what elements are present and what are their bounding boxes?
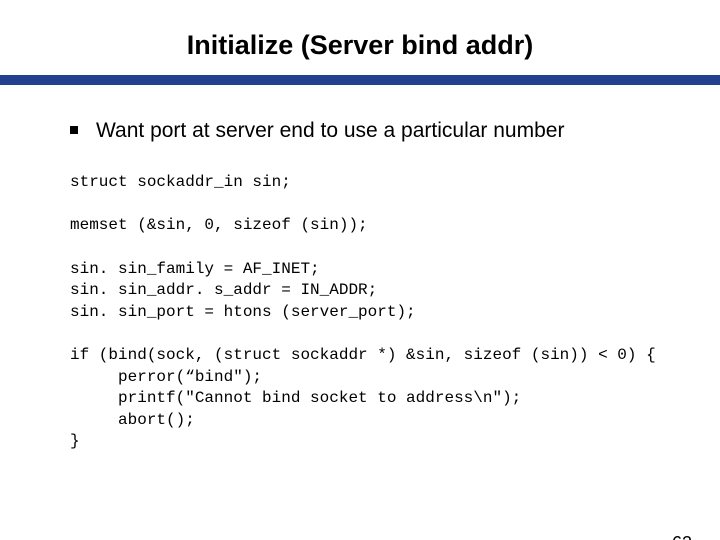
code-line: abort(); (70, 411, 195, 429)
code-line: perror(“bind"); (70, 368, 262, 386)
code-line: } (70, 432, 80, 450)
slide-title: Initialize (Server bind addr) (0, 30, 720, 61)
code-line: struct sockaddr_in sin; (70, 173, 291, 191)
code-line: printf("Cannot bind socket to address\n"… (70, 389, 521, 407)
code-line: sin. sin_addr. s_addr = IN_ADDR; (70, 281, 377, 299)
code-line: sin. sin_port = htons (server_port); (70, 303, 416, 321)
code-line: memset (&sin, 0, sizeof (sin)); (70, 216, 368, 234)
page-number: 62 (672, 533, 692, 540)
bullet-item: Want port at server end to use a particu… (70, 117, 660, 144)
code-line: sin. sin_family = AF_INET; (70, 260, 320, 278)
slide-content: Want port at server end to use a particu… (0, 117, 720, 453)
bullet-icon (70, 126, 78, 134)
code-block: struct sockaddr_in sin; memset (&sin, 0,… (70, 172, 660, 453)
bullet-text: Want port at server end to use a particu… (96, 117, 564, 144)
code-line: if (bind(sock, (struct sockaddr *) &sin,… (70, 346, 656, 364)
divider (0, 75, 720, 85)
footer: Mao W 07 62 (591, 533, 692, 540)
